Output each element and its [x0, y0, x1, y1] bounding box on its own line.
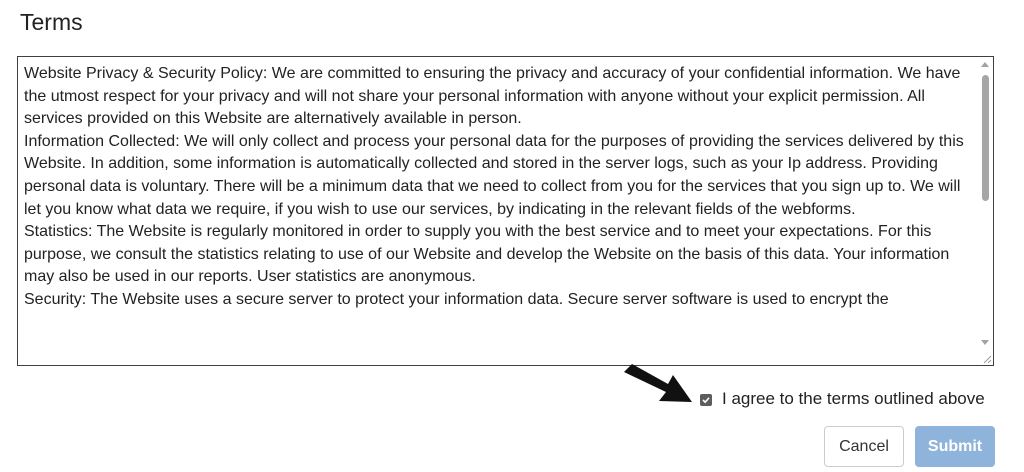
terms-paragraph-information: Information Collected: We will only coll…	[24, 132, 964, 218]
terms-paragraph-statistics: Statistics: The Website is regularly mon…	[24, 223, 950, 286]
terms-scrollbar[interactable]	[978, 57, 993, 365]
agree-row[interactable]: I agree to the terms outlined above	[700, 388, 985, 410]
submit-button[interactable]: Submit	[915, 426, 995, 467]
terms-text: Website Privacy & Security Policy: We ar…	[24, 63, 974, 312]
terms-paragraph-security: Security: The Website uses a secure serv…	[24, 290, 889, 308]
scroll-down-arrow-icon[interactable]	[981, 340, 989, 345]
cancel-button[interactable]: Cancel	[824, 426, 904, 467]
checkmark-icon	[702, 396, 710, 403]
terms-paragraph-privacy: Website Privacy & Security Policy: We ar…	[24, 65, 961, 128]
agree-checkbox[interactable]	[700, 393, 712, 406]
scroll-thumb[interactable]	[982, 75, 989, 201]
scroll-up-arrow-icon[interactable]	[981, 62, 989, 67]
agree-label: I agree to the terms outlined above	[722, 389, 985, 408]
page-title: Terms	[20, 9, 83, 35]
terms-page: Terms Website Privacy & Security Policy:…	[0, 0, 1024, 472]
pointer-arrow-icon	[624, 364, 692, 402]
terms-textarea[interactable]: Website Privacy & Security Policy: We ar…	[17, 56, 994, 366]
resize-handle-icon[interactable]	[982, 354, 992, 364]
